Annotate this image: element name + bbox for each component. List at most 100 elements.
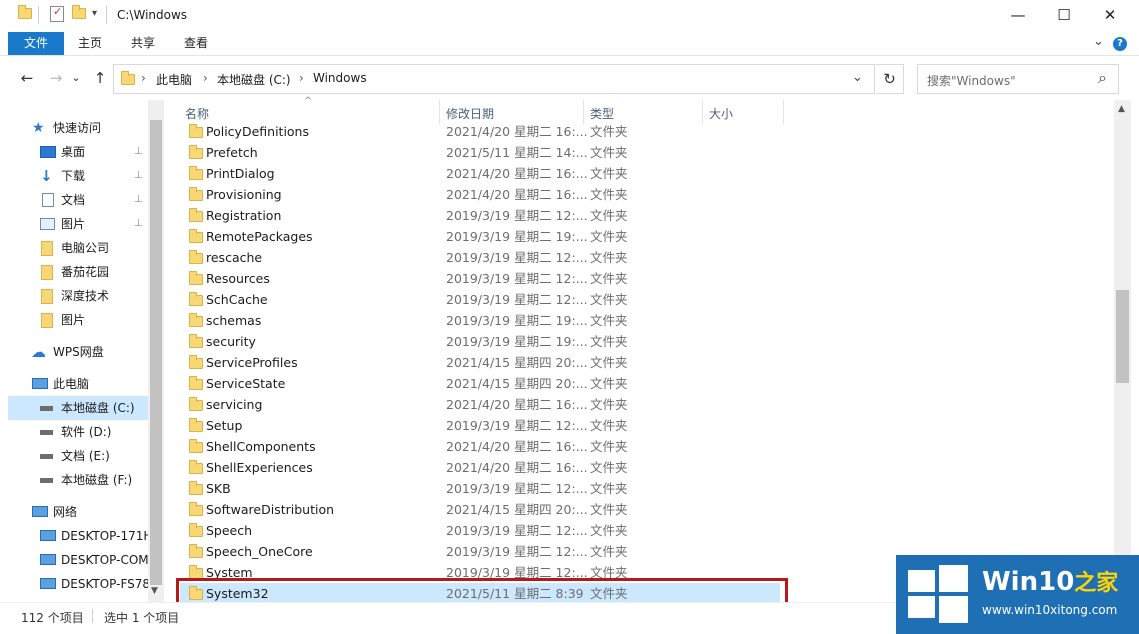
folder-icon [189,523,203,537]
file-row[interactable]: Provisioning 2021/4/20 星期二 16:... 文件夹 [180,184,780,205]
navigation-pane-scrollbar[interactable]: ▼ [148,100,164,602]
file-row[interactable]: Registration 2019/3/19 星期二 12:... 文件夹 [180,205,780,226]
file-row[interactable]: Speech_OneCore 2019/3/19 星期二 12:... 文件夹 [180,541,780,562]
file-row[interactable]: ServiceProfiles 2021/4/15 星期四 20:... 文件夹 [180,352,780,373]
maximize-button[interactable]: ☐ [1041,0,1087,30]
window-title: C:\Windows [117,8,188,22]
close-button[interactable]: ✕ [1087,0,1133,30]
selection-count: 选中 1 个项目 [104,611,180,625]
file-type: 文件夹 [590,460,628,475]
breadcrumb-separator: › [203,71,208,85]
file-date: 2021/4/15 星期四 20:... [446,376,588,391]
file-date: 2021/4/20 星期二 16:... [446,460,588,475]
folder-icon [41,241,53,256]
nav-drive-c[interactable]: 本地磁盘 (C:) [8,396,148,420]
file-row[interactable]: PolicyDefinitions 2021/4/20 星期二 16:... 文件夹 [180,124,780,142]
file-date: 2019/3/19 星期二 12:... [446,481,588,496]
folder-icon [189,376,203,390]
file-row[interactable]: SoftwareDistribution 2021/4/15 星期四 20:...… [180,499,780,520]
tab-view[interactable]: 查看 [172,32,220,55]
nav-item-downloads[interactable]: ↓ 下载 ⊥ [0,164,148,188]
folder-icon [189,124,203,138]
minimize-button[interactable]: — [995,0,1041,30]
file-row[interactable]: Resources 2019/3/19 星期二 12:... 文件夹 [180,268,780,289]
pin-icon: ⊥ [134,194,143,205]
nav-drive-e[interactable]: 文档 (E:) [0,444,148,468]
nav-item-folder[interactable]: 电脑公司 [0,236,148,260]
customize-toolbar-icon[interactable]: ▾ [92,8,97,19]
back-button[interactable]: ← [17,68,37,88]
file-row[interactable]: servicing 2021/4/20 星期二 16:... 文件夹 [180,394,780,415]
file-name: SoftwareDistribution [206,502,335,517]
forward-button[interactable]: → [46,68,66,88]
search-box[interactable]: 搜索"Windows" ⌕ [917,64,1119,94]
up-button[interactable]: ↑ [90,68,110,88]
file-name: rescache [206,250,263,265]
column-date-modified[interactable]: 修改日期 [440,100,583,124]
scrollbar-thumb[interactable] [150,120,162,585]
file-name: Registration [206,208,282,223]
folder-icon [189,271,203,285]
nav-quick-access[interactable]: ★ 快速访问 [0,116,148,140]
file-row[interactable]: RemotePackages 2019/3/19 星期二 19:... 文件夹 [180,226,780,247]
file-row[interactable]: ShellExperiences 2021/4/20 星期二 16:... 文件夹 [180,457,780,478]
breadcrumb-this-pc[interactable]: 此电脑 [156,71,192,88]
breadcrumb-drive-c[interactable]: 本地磁盘 (C:) [217,71,291,88]
nav-drive-d[interactable]: 软件 (D:) [0,420,148,444]
file-row[interactable]: schemas 2019/3/19 星期二 19:... 文件夹 [180,310,780,331]
address-dropdown-icon[interactable]: ⌄ [852,70,863,85]
file-row[interactable]: ServiceState 2021/4/15 星期四 20:... 文件夹 [180,373,780,394]
recent-locations-button[interactable]: ⌄ [66,68,86,88]
tab-share[interactable]: 共享 [118,32,168,55]
file-row[interactable]: Setup 2019/3/19 星期二 12:... 文件夹 [180,415,780,436]
file-row[interactable]: Speech 2019/3/19 星期二 12:... 文件夹 [180,520,780,541]
file-row[interactable]: SchCache 2019/3/19 星期二 12:... 文件夹 [180,289,780,310]
column-size[interactable]: 大小 [703,100,783,124]
nav-network[interactable]: 网络 [0,500,148,524]
help-icon[interactable]: ? [1113,37,1127,51]
nav-computer[interactable]: DESKTOP-171H [0,524,148,548]
folder-icon [189,355,203,369]
navigation-pane: ★ 快速访问 桌面 ⊥ ↓ 下载 ⊥ 文档 ⊥ 图片 ⊥ 电脑公司 番茄花园 深… [0,100,164,602]
nav-drive-f[interactable]: 本地磁盘 (F:) [0,468,148,492]
nav-computer[interactable]: DESKTOP-FS78 [0,572,148,596]
nav-computer[interactable]: DESKTOP-COM [0,548,148,572]
cloud-icon: ☁ [31,343,46,361]
nav-wps-drive[interactable]: ☁ WPS网盘 [0,340,148,364]
nav-item-documents[interactable]: 文档 ⊥ [0,188,148,212]
column-divider[interactable] [783,100,784,124]
file-name: servicing [206,397,263,412]
new-folder-icon[interactable] [72,5,86,19]
file-row[interactable]: Prefetch 2021/5/11 星期二 14:... 文件夹 [180,142,780,163]
tab-home[interactable]: 主页 [66,32,114,55]
scroll-up-arrow[interactable]: ▲ [1118,104,1125,114]
drive-icon [40,406,53,411]
address-bar[interactable]: › 此电脑 › 本地磁盘 (C:) › Windows ⌄ [113,64,875,94]
nav-item-pictures[interactable]: 图片 ⊥ [0,212,148,236]
file-row[interactable]: ShellComponents 2021/4/20 星期二 16:... 文件夹 [180,436,780,457]
search-icon[interactable]: ⌕ [1098,68,1107,88]
nav-this-pc[interactable]: 此电脑 [0,372,148,396]
file-row[interactable]: security 2019/3/19 星期二 19:... 文件夹 [180,331,780,352]
refresh-button[interactable]: ↻ [876,64,904,94]
scroll-down-arrow[interactable]: ▼ [151,586,158,596]
expand-ribbon-icon[interactable]: ⌄ [1093,34,1104,49]
tab-file[interactable]: 文件 [8,32,64,55]
file-name: Setup [206,418,243,433]
column-name[interactable]: 名称 [179,100,439,124]
document-icon [42,193,54,207]
nav-item-desktop[interactable]: 桌面 ⊥ [0,140,148,164]
computer-icon [40,530,56,541]
column-type[interactable]: 类型 [584,100,702,124]
file-row[interactable]: PrintDialog 2021/4/20 星期二 16:... 文件夹 [180,163,780,184]
nav-item-folder[interactable]: 深度技术 [0,284,148,308]
properties-icon[interactable]: ✓ [50,5,64,22]
file-row[interactable]: rescache 2019/3/19 星期二 12:... 文件夹 [180,247,780,268]
file-row[interactable]: SKB 2019/3/19 星期二 12:... 文件夹 [180,478,780,499]
nav-item-folder[interactable]: 番茄花园 [0,260,148,284]
nav-item-folder[interactable]: 图片 [0,308,148,332]
scrollbar-thumb[interactable] [1116,290,1129,383]
divider [106,6,107,24]
breadcrumb-windows[interactable]: Windows [313,71,367,85]
folder-icon [189,502,203,516]
